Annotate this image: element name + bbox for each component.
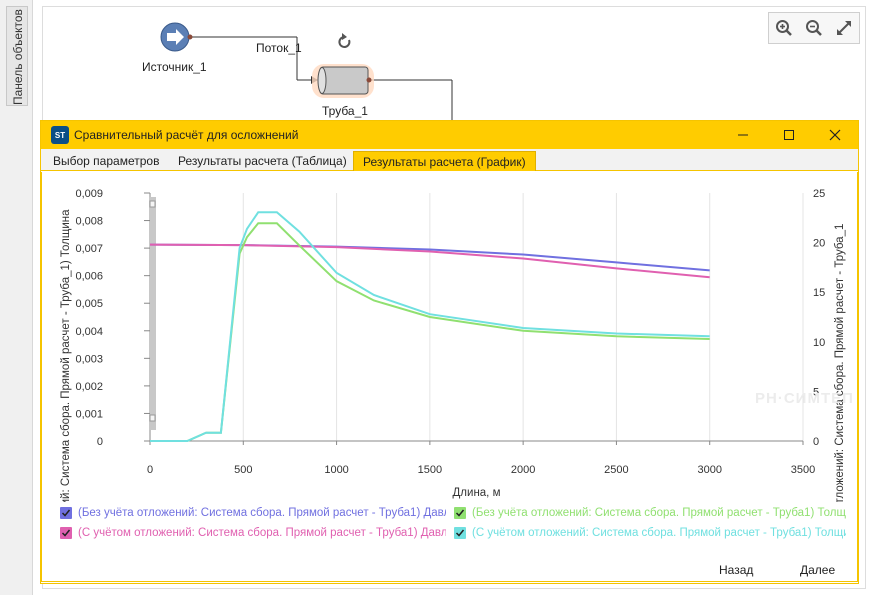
x-tick-label: 1000 [324, 464, 348, 476]
dialog-footer: Назад Далее [41, 558, 858, 584]
dialog-titlebar[interactable]: ST Сравнительный расчёт для осложнений [41, 121, 858, 149]
minimize-icon [738, 134, 748, 136]
comparison-dialog: ST Сравнительный расчёт для осложнений В… [40, 120, 859, 584]
flow-label: Поток_1 [256, 41, 302, 55]
close-button[interactable] [812, 121, 858, 149]
back-button[interactable]: Назад [719, 563, 753, 577]
minimize-button[interactable] [720, 121, 766, 149]
x-tick-label: 1500 [418, 464, 442, 476]
legend-checkbox-icon[interactable] [454, 507, 466, 519]
tab-results-chart[interactable]: Результаты расчета (График) [353, 151, 536, 171]
pipe-label: Труба_1 [322, 104, 368, 118]
chart-panel: 0 500 1000 1500 2000 2500 3000 3500 0 0,001 0,002 0… [41, 172, 858, 582]
y-left-tick-label: 0,003 [75, 353, 103, 365]
x-tick-label: 0 [147, 464, 153, 476]
x-tick-label: 500 [234, 464, 252, 476]
y-left-tick-label: 0,006 [75, 271, 103, 283]
x-tick-label: 3500 [791, 464, 815, 476]
zoom-in-icon [776, 20, 792, 36]
legend-item[interactable]: (Без учёта отложений: Система сбора. Пря… [60, 507, 446, 519]
maximize-button[interactable] [766, 121, 812, 149]
legend-label: (Без учёта отложений: Система сбора. Пря… [78, 507, 446, 519]
y-left-tick-label: 0,005 [75, 298, 103, 310]
x-tick-label: 3000 [697, 464, 721, 476]
x-axis-label: Длина, м [453, 487, 501, 499]
legend-item[interactable]: (С учётом отложений: Система сбора. Прям… [60, 527, 446, 539]
legend-label: (Без учёта отложений: Система сбора. Пря… [472, 507, 846, 519]
y-left-tick-label: 0,009 [75, 188, 103, 200]
left-axis-scrollbar [149, 197, 156, 430]
scrollbar-handle-top [149, 200, 156, 208]
expand-icon [837, 21, 851, 35]
y-left-axis-label: нений: Система сбора. Прямой расчет - Тр… [60, 209, 72, 502]
app-icon: ST [51, 126, 69, 144]
zoom-toolbar [768, 12, 860, 44]
diagram-svg [160, 22, 453, 125]
y-left-tick-label: 0,002 [75, 381, 103, 393]
maximize-icon [784, 130, 794, 140]
y-right-tick-label: 15 [813, 287, 825, 299]
y-right-axis-label: ета отложений: Система сбора. Прямой рас… [834, 224, 846, 502]
legend-label: (С учётом отложений: Система сбора. Прям… [78, 527, 446, 539]
y-right-tick-label: 20 [813, 238, 825, 250]
pipe-end [317, 67, 327, 94]
source-label: Источник_1 [142, 60, 207, 74]
y-left-tick-label: 0,001 [75, 408, 103, 420]
next-button[interactable]: Далее [800, 563, 835, 577]
x-tick-label: 2500 [604, 464, 628, 476]
y-left-tick-label: 0,007 [75, 243, 103, 255]
legend-checkbox-icon[interactable] [454, 527, 466, 539]
tab-parameters[interactable]: Выбор параметров [44, 151, 168, 171]
legend-item[interactable]: (С учётом отложений: Система сбора. Прям… [454, 527, 846, 539]
legend-label: (С учётом отложений: Система сбора. Прям… [472, 527, 846, 539]
pipe-port [366, 77, 372, 83]
legend-item[interactable]: (Без учёта отложений: Система сбора. Пря… [454, 507, 846, 519]
watermark: РН·СИМТЕП [755, 390, 854, 407]
y-right-tick-label: 0 [813, 436, 819, 448]
y-left-tick-label: 0,004 [75, 326, 103, 338]
x-tick-label: 2000 [511, 464, 535, 476]
scrollbar-handle-bottom [149, 414, 156, 422]
legend-checkbox-icon[interactable] [60, 507, 72, 519]
fit-view-button[interactable] [832, 16, 856, 40]
refresh-icon[interactable] [338, 33, 351, 48]
close-icon [829, 129, 841, 141]
y-right-tick-label: 25 [813, 188, 825, 200]
dialog-title: Сравнительный расчёт для осложнений [74, 128, 299, 142]
y-left-tick-label: 0,008 [75, 216, 103, 228]
chart: 0 500 1000 1500 2000 2500 3000 3500 0 0,001 0,002 0… [60, 188, 846, 502]
tab-bar: Выбор параметров Результаты расчета (Таб… [41, 149, 858, 171]
zoom-out-button[interactable] [802, 16, 826, 40]
tab-results-table[interactable]: Результаты расчета (Таблица) [169, 151, 356, 171]
y-right-tick-label: 10 [813, 337, 825, 349]
source-port [187, 34, 193, 40]
legend-checkbox-icon[interactable] [60, 527, 72, 539]
pipe-node-icon[interactable] [319, 66, 369, 95]
zoom-in-button[interactable] [772, 16, 796, 40]
zoom-out-icon [806, 20, 822, 36]
y-left-tick-label: 0 [97, 436, 103, 448]
